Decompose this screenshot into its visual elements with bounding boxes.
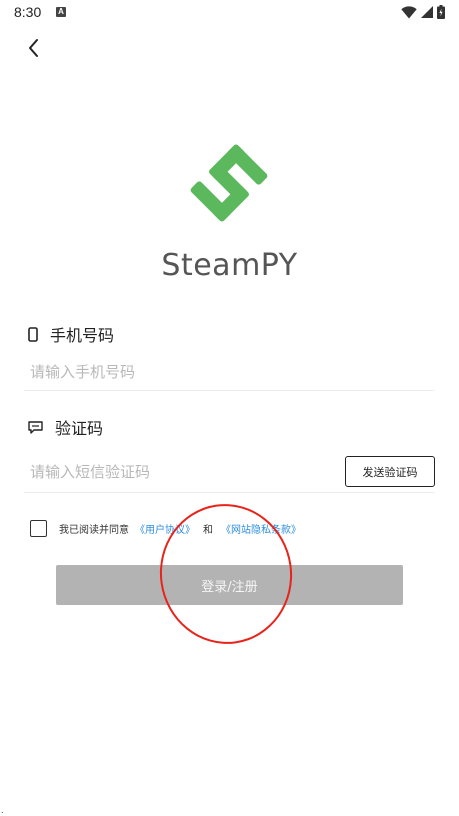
- back-button[interactable]: [22, 36, 46, 60]
- phone-divider: [24, 390, 434, 391]
- steampy-logo-icon: [190, 144, 268, 222]
- notification-a-icon: A: [56, 7, 66, 17]
- signal-icon: [421, 6, 433, 18]
- code-label-text: 验证码: [55, 419, 104, 438]
- phone-label: 手机号码: [28, 322, 114, 346]
- phone-icon: [28, 326, 38, 342]
- code-input[interactable]: [30, 460, 330, 484]
- status-bar: 8:30 A: [0, 0, 459, 24]
- agreement-checkbox[interactable]: [30, 520, 47, 537]
- user-agreement-link[interactable]: 《用户协议》: [135, 521, 195, 536]
- status-icons: [401, 5, 445, 19]
- send-code-button[interactable]: 发送验证码: [345, 456, 435, 487]
- status-time: 8:30: [14, 4, 42, 20]
- agreement-and-text: 和: [203, 525, 213, 536]
- battery-icon: [437, 5, 445, 19]
- app-logo: [188, 142, 270, 224]
- privacy-policy-link[interactable]: 《网站隐私条款》: [221, 521, 301, 536]
- code-divider: [24, 492, 434, 493]
- phone-label-text: 手机号码: [50, 326, 115, 345]
- phone-input[interactable]: [30, 360, 430, 384]
- corner-mark: .: [1, 806, 4, 815]
- agreement-row: 我已阅读并同意 《用户协议》 和 《网站隐私条款》: [30, 520, 309, 537]
- login-register-button[interactable]: 登录/注册: [56, 565, 403, 605]
- code-label: 验证码: [28, 415, 103, 439]
- wifi-icon: [401, 5, 417, 18]
- message-icon: [28, 420, 43, 434]
- app-name: SteamPY: [161, 248, 298, 283]
- chevron-left-icon: [29, 39, 38, 57]
- agreement-text: 我已阅读并同意: [59, 525, 129, 536]
